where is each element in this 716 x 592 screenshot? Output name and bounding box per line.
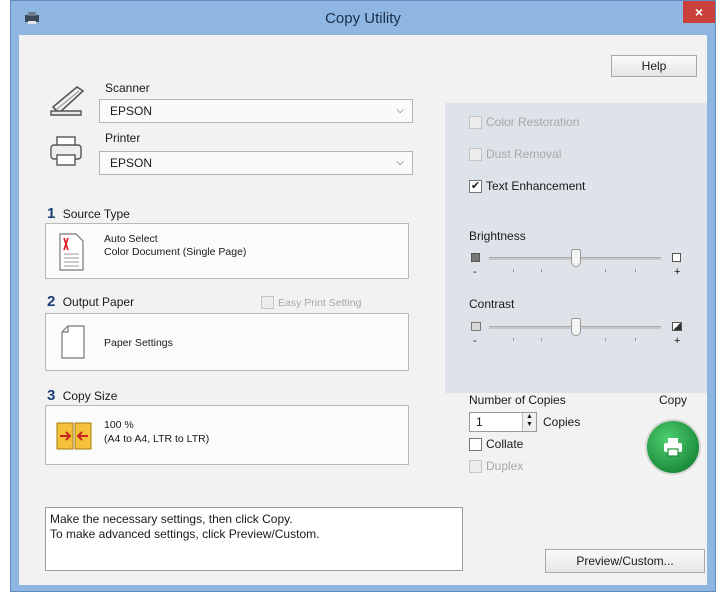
document-icon [59,233,84,271]
contrast-plus: + [674,335,681,347]
dust-removal-checkbox[interactable]: Dust Removal [469,147,561,161]
printer-select-value: EPSON [110,156,153,170]
slider-tick [541,269,542,272]
step-number: 1 [47,205,56,222]
collate-box [469,437,482,451]
brightness-label: Brightness [469,229,526,243]
duplex-box [469,459,482,473]
spin-up-icon[interactable]: ▲ [523,413,536,421]
slider-tick [513,269,514,272]
scanner-label: Scanner [105,81,150,95]
copy-label: Copy [659,393,688,407]
output-paper-heading: 2 Output Paper [47,293,134,310]
slider-tick [541,338,542,341]
color-restoration-checkbox[interactable]: Color Restoration [469,115,579,129]
step-number: 2 [47,293,56,310]
copy-size-heading: 3 Copy Size [47,387,117,404]
window-title: Copy Utility [325,10,401,27]
scanner-icon [50,86,85,116]
text-enhancement-checkbox[interactable]: ✔ Text Enhancement [469,179,585,193]
copies-unit-label: Copies [543,415,581,429]
contrast-label: Contrast [469,297,515,311]
paper-icon [61,325,85,359]
number-of-copies-label: Number of Copies [469,393,566,407]
source-type-line1: Auto Select [104,233,158,245]
brightness-low-icon [471,253,480,262]
source-type-label: Source Type [62,207,130,221]
step-number: 3 [47,387,56,404]
client-area: Help Scanner EPSON ⌵ Printer EPSON ⌵ 1 S… [19,35,707,585]
scanner-select-value: EPSON [110,104,153,118]
collate-checkbox[interactable]: Collate [469,437,523,451]
easy-print-setting-checkbox[interactable]: Easy Print Setting [261,296,361,309]
easy-print-label: Easy Print Setting [278,296,362,309]
output-paper-panel[interactable]: Paper Settings [45,313,409,371]
copies-value: 1 [476,415,483,429]
dust-removal-box [469,147,482,161]
preview-custom-button[interactable]: Preview/Custom... [545,549,705,573]
duplex-label: Duplex [486,459,524,473]
status-line-1: Make the necessary settings, then click … [50,512,293,526]
checkmark-icon: ✔ [469,179,482,193]
help-button[interactable]: Help [611,55,697,77]
duplex-checkbox[interactable]: Duplex [469,459,523,473]
color-restoration-box [469,115,482,129]
source-type-panel[interactable]: Auto Select Color Document (Single Page) [45,223,409,279]
scanner-select[interactable]: EPSON ⌵ [99,99,413,123]
slider-tick [635,269,636,272]
status-line-2: To make advanced settings, click Preview… [50,527,320,541]
copies-spin-buttons[interactable]: ▲ ▼ [522,413,536,431]
source-type-line2: Color Document (Single Page) [104,246,247,258]
brightness-minus: - [473,266,477,278]
copy-size-line2: (A4 to A4, LTR to LTR) [104,433,210,445]
brightness-high-icon [672,253,681,262]
color-restoration-label: Color Restoration [486,115,580,129]
copy-size-panel[interactable]: 100 % (A4 to A4, LTR to LTR) [45,405,409,465]
collate-label: Collate [486,437,524,451]
copy-size-icon [56,422,92,450]
output-paper-label: Output Paper [62,295,135,309]
printer-label: Printer [105,131,141,145]
printer-icon [50,136,82,166]
copies-stepper[interactable]: 1 ▲ ▼ [469,412,537,432]
slider-tick [605,338,606,341]
status-message-box: Make the necessary settings, then click … [45,507,463,571]
dust-removal-label: Dust Removal [486,147,562,161]
contrast-high-icon [672,322,682,331]
title-bar[interactable]: Copy Utility × [11,1,715,35]
printer-select[interactable]: EPSON ⌵ [99,151,413,175]
chevron-down-icon: ⌵ [396,105,404,116]
image-options-panel: Color Restoration Dust Removal ✔ Text En… [445,103,707,393]
source-type-heading: 1 Source Type [47,205,130,222]
contrast-low-icon [471,322,481,331]
brightness-plus: + [674,266,681,278]
contrast-minus: - [473,335,477,347]
copy-utility-window: Copy Utility × Help Scanner EPSON ⌵ Prin… [10,0,716,592]
close-button[interactable]: × [683,1,715,23]
copy-size-line1: 100 % [104,419,134,431]
printer-icon [664,438,682,457]
spin-down-icon[interactable]: ▼ [523,421,536,429]
paper-settings-text: Paper Settings [104,337,173,349]
text-enhancement-label: Text Enhancement [486,179,586,193]
brightness-slider-thumb[interactable] [571,249,581,267]
slider-tick [605,269,606,272]
slider-tick [635,338,636,341]
contrast-slider-thumb[interactable] [571,318,581,336]
easy-print-checkbox-box [261,296,274,309]
copy-button[interactable] [645,419,701,475]
close-icon: × [694,4,704,20]
copy-size-label: Copy Size [62,389,118,403]
chevron-down-icon: ⌵ [396,157,404,168]
slider-tick [513,338,514,341]
